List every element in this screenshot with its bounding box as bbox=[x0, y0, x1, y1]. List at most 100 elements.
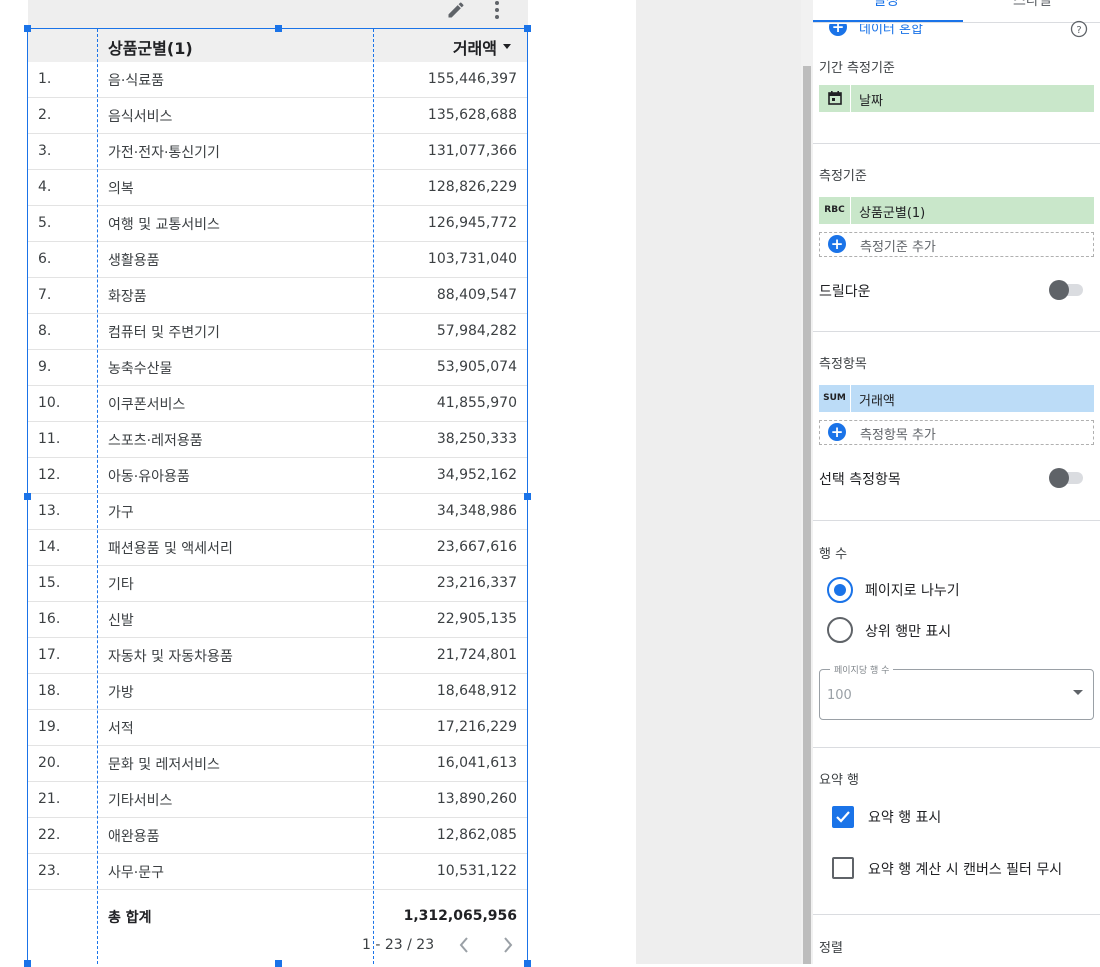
row-value: 34,348,986 bbox=[436, 503, 517, 519]
rows-per-page-select[interactable]: 페이지당 행 수 100 bbox=[819, 663, 1094, 720]
row-index: 3. bbox=[38, 143, 52, 159]
radio-top-rows-label[interactable]: 상위 행만 표시 bbox=[865, 621, 951, 641]
row-index: 17. bbox=[38, 647, 61, 663]
properties-panel: 설정 스타일 + 데이터 혼합 ? 기간 측정기준 날짜 측정기준 RBC 상품… bbox=[813, 0, 1100, 964]
section-divider bbox=[813, 747, 1100, 748]
summary-value: 1,312,065,956 bbox=[403, 908, 517, 924]
table-row[interactable]: 11. 스포츠·레저용품 38,250,333 bbox=[28, 422, 527, 458]
row-index: 21. bbox=[38, 791, 61, 807]
table-row[interactable]: 14. 패션용품 및 액세서리 23,667,616 bbox=[28, 530, 527, 566]
date-dimension-chip[interactable]: 날짜 bbox=[819, 85, 1094, 112]
add-icon: + bbox=[828, 235, 846, 253]
chart-toolbar bbox=[28, 0, 528, 28]
row-category: 기타서비스 bbox=[108, 793, 173, 809]
table-row[interactable]: 7. 화장품 88,409,547 bbox=[28, 278, 527, 314]
resize-handle[interactable] bbox=[24, 25, 31, 32]
table-chart[interactable]: 상품군별(1) 거래액 1. 음·식료품 155,446,397 2. 음식서비스 135… bbox=[27, 28, 528, 964]
date-dimension-label: 날짜 bbox=[859, 94, 883, 109]
drilldown-toggle[interactable] bbox=[1049, 280, 1083, 300]
table-row[interactable]: 20. 문화 및 레저서비스 16,041,613 bbox=[28, 746, 527, 782]
table-row[interactable]: 2. 음식서비스 135,628,688 bbox=[28, 98, 527, 134]
row-value: 13,890,260 bbox=[436, 791, 517, 807]
resize-handle[interactable] bbox=[275, 25, 282, 32]
column-header-value[interactable]: 거래액 bbox=[453, 35, 497, 59]
sort-desc-icon[interactable] bbox=[503, 44, 511, 49]
ignore-canvas-filter-label[interactable]: 요약 행 계산 시 캔버스 필터 무시 bbox=[868, 859, 1062, 879]
table-row[interactable]: 18. 가방 18,648,912 bbox=[28, 674, 527, 710]
dimension-chip[interactable]: RBC 상품군별(1) bbox=[819, 197, 1094, 224]
add-icon: + bbox=[828, 423, 846, 441]
row-category: 음식서비스 bbox=[108, 109, 173, 125]
row-value: 22,905,135 bbox=[436, 611, 517, 627]
column-divider[interactable] bbox=[97, 29, 98, 964]
column-divider[interactable] bbox=[373, 29, 374, 964]
row-index: 5. bbox=[38, 215, 52, 231]
table-row[interactable]: 23. 사무·문구 10,531,122 bbox=[28, 854, 527, 890]
row-value: 16,041,613 bbox=[436, 755, 517, 771]
row-index: 6. bbox=[38, 251, 52, 267]
panel-scrollbar-thumb[interactable] bbox=[803, 66, 811, 964]
table-row[interactable]: 1. 음·식료품 155,446,397 bbox=[28, 62, 527, 98]
aggregation-type-badge[interactable]: SUM bbox=[819, 385, 851, 412]
tab-setup[interactable]: 설정 bbox=[873, 0, 899, 10]
row-value: 34,952,162 bbox=[436, 467, 517, 483]
data-blend-row[interactable]: + 데이터 혼합 bbox=[819, 24, 1019, 40]
show-summary-label[interactable]: 요약 행 표시 bbox=[868, 807, 941, 827]
more-vert-icon[interactable] bbox=[492, 0, 502, 22]
row-index: 2. bbox=[38, 107, 52, 123]
text-type-icon: RBC bbox=[819, 197, 851, 224]
table-row[interactable]: 6. 생활용품 103,731,040 bbox=[28, 242, 527, 278]
table-row[interactable]: 12. 아동·유아용품 34,952,162 bbox=[28, 458, 527, 494]
radio-paginate[interactable] bbox=[827, 577, 853, 603]
table-row[interactable]: 21. 기타서비스 13,890,260 bbox=[28, 782, 527, 818]
add-dimension-button[interactable]: + 측정기준 추가 bbox=[819, 232, 1094, 257]
table-row[interactable]: 8. 컴퓨터 및 주변기기 57,984,282 bbox=[28, 314, 527, 350]
table-row[interactable]: 4. 의복 128,826,229 bbox=[28, 170, 527, 206]
table-body: 1. 음·식료품 155,446,397 2. 음식서비스 135,628,688 3. 가전… bbox=[28, 62, 527, 890]
table-row[interactable]: 17. 자동차 및 자동차용품 21,724,801 bbox=[28, 638, 527, 674]
metric-chip[interactable]: SUM 거래액 bbox=[819, 385, 1094, 412]
radio-paginate-label[interactable]: 페이지로 나누기 bbox=[865, 580, 960, 600]
row-value: 23,667,616 bbox=[436, 539, 517, 555]
table-row[interactable]: 5. 여행 및 교통서비스 126,945,772 bbox=[28, 206, 527, 242]
row-index: 8. bbox=[38, 323, 52, 339]
table-row[interactable]: 9. 농축수산물 53,905,074 bbox=[28, 350, 527, 386]
report-canvas[interactable]: 상품군별(1) 거래액 1. 음·식료품 155,446,397 2. 음식서비스 135… bbox=[0, 0, 636, 967]
row-category: 스포츠·레저용품 bbox=[108, 433, 203, 449]
row-index: 19. bbox=[38, 719, 61, 735]
row-category: 농축수산물 bbox=[108, 361, 173, 377]
table-row[interactable]: 10. 이쿠폰서비스 41,855,970 bbox=[28, 386, 527, 422]
show-summary-checkbox[interactable] bbox=[832, 806, 854, 828]
table-row[interactable]: 15. 기타 23,216,337 bbox=[28, 566, 527, 602]
row-index: 13. bbox=[38, 503, 61, 519]
column-header-category[interactable]: 상품군별(1) bbox=[108, 35, 193, 59]
radio-top-rows[interactable] bbox=[827, 617, 853, 643]
calendar-icon bbox=[819, 85, 851, 112]
prev-page-icon[interactable] bbox=[458, 935, 470, 959]
table-row[interactable]: 16. 신발 22,905,135 bbox=[28, 602, 527, 638]
row-category: 음·식료품 bbox=[108, 73, 164, 89]
help-icon[interactable]: ? bbox=[1070, 20, 1088, 42]
resize-handle[interactable] bbox=[24, 493, 31, 500]
table-row[interactable]: 19. 서적 17,216,229 bbox=[28, 710, 527, 746]
row-value: 53,905,074 bbox=[436, 359, 517, 375]
row-category: 여행 및 교통서비스 bbox=[108, 217, 220, 233]
edit-pencil-icon[interactable] bbox=[446, 0, 466, 22]
optional-metrics-toggle[interactable] bbox=[1049, 468, 1083, 488]
data-blend-label: 데이터 혼합 bbox=[859, 24, 923, 37]
next-page-icon[interactable] bbox=[502, 935, 514, 959]
summary-label: 총 합계 bbox=[108, 910, 152, 926]
tab-divider bbox=[813, 22, 1100, 23]
resize-handle[interactable] bbox=[524, 493, 531, 500]
row-value: 103,731,040 bbox=[427, 251, 517, 267]
row-category: 사무·문구 bbox=[108, 865, 164, 881]
row-index: 12. bbox=[38, 467, 61, 483]
add-metric-button[interactable]: + 측정항목 추가 bbox=[819, 420, 1094, 445]
tab-style[interactable]: 스타일 bbox=[1013, 0, 1052, 10]
table-row[interactable]: 13. 가구 34,348,986 bbox=[28, 494, 527, 530]
resize-handle[interactable] bbox=[524, 25, 531, 32]
drilldown-label: 드릴다운 bbox=[819, 284, 871, 300]
table-row[interactable]: 22. 애완용품 12,862,085 bbox=[28, 818, 527, 854]
ignore-canvas-filter-checkbox[interactable] bbox=[832, 857, 854, 879]
table-row[interactable]: 3. 가전·전자·통신기기 131,077,366 bbox=[28, 134, 527, 170]
